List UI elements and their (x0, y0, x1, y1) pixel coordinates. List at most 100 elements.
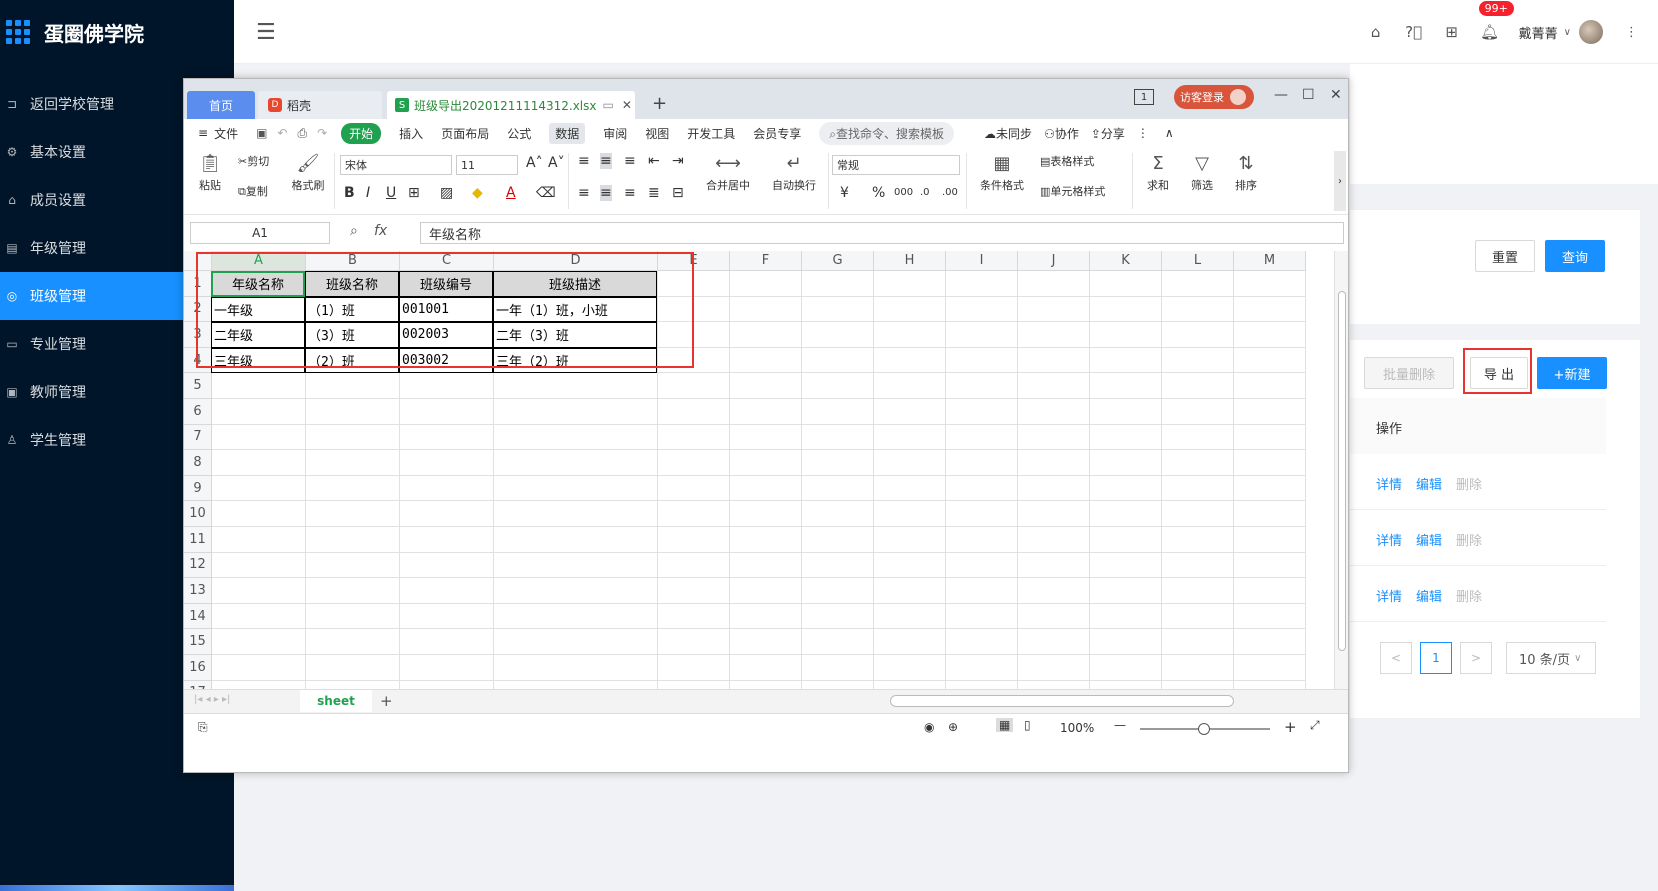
cell-style-button[interactable]: ▥单元格样式 (1040, 183, 1105, 199)
column-header-l[interactable]: L (1162, 251, 1234, 271)
menu-formula[interactable]: 公式 (507, 125, 531, 142)
detail-link[interactable]: 详情 (1376, 586, 1402, 605)
row-header-11[interactable]: 11 (184, 527, 212, 553)
clear-icon[interactable]: ⌫ (536, 185, 556, 201)
edit-link[interactable]: 编辑 (1416, 530, 1442, 549)
fullscreen-icon[interactable]: ⤢ (1310, 718, 1320, 733)
collab-button[interactable]: ⚇协作 (1044, 125, 1079, 142)
collapse-ribbon-icon[interactable]: ∧ (1165, 126, 1174, 140)
name-box[interactable]: A1 (190, 222, 330, 244)
row-header-13[interactable]: 13 (184, 578, 212, 604)
paste-button[interactable]: 📋︎ 粘贴 (192, 153, 228, 193)
zoom-level[interactable]: 100% (1060, 721, 1094, 735)
menu-review[interactable]: 审阅 (603, 125, 627, 142)
more-vertical-icon[interactable]: ⋮ (1625, 25, 1638, 40)
query-button[interactable]: 查询 (1545, 240, 1605, 272)
menu-data[interactable]: 数据 (549, 122, 586, 144)
hamburger-icon[interactable]: ≡ (198, 126, 208, 140)
zoom-out-icon[interactable]: — (1114, 718, 1126, 732)
cut-button[interactable]: ✂剪切 (238, 153, 269, 169)
sheet-nav-arrows[interactable]: |◂ ◂ ▸ ▸| (194, 694, 230, 705)
align-left-icon[interactable]: ≡ (578, 185, 590, 201)
print-icon[interactable]: ⎙ (297, 126, 307, 141)
tab-daoke[interactable]: D 稻壳 (258, 91, 382, 119)
menu-insert[interactable]: 插入 (399, 125, 423, 142)
menu-page-layout[interactable]: 页面布局 (441, 125, 489, 142)
tab-file[interactable]: S 班级导出20201211114312.xlsx ▭ ✕ (387, 91, 635, 119)
redo-icon[interactable]: ↷ (317, 126, 327, 140)
decimal-decrease-icon[interactable]: .00 (942, 187, 958, 198)
sort-button[interactable]: ⇅ 排序 (1228, 153, 1264, 193)
column-header-m[interactable]: M (1234, 251, 1306, 271)
column-header-i[interactable]: I (946, 251, 1018, 271)
horizontal-scroll-thumb[interactable] (890, 695, 1234, 707)
distribute-icon[interactable]: ⊟ (672, 185, 684, 201)
column-header-f[interactable]: F (730, 251, 802, 271)
edit-link[interactable]: 编辑 (1416, 586, 1442, 605)
underline-icon[interactable]: U (386, 185, 396, 201)
font-family-select[interactable]: 宋体 (340, 155, 452, 175)
filter-button[interactable]: ▽ 筛选 (1184, 153, 1220, 193)
sum-button[interactable]: Σ 求和 (1140, 153, 1176, 193)
sync-status[interactable]: ☁未同步 (984, 125, 1032, 142)
bell-icon[interactable]: 🔔︎ 99+ (1471, 1, 1514, 41)
delete-link[interactable]: 删除 (1456, 530, 1482, 549)
row-header-14[interactable]: 14 (184, 603, 212, 630)
detail-link[interactable]: 详情 (1376, 474, 1402, 493)
formula-input[interactable]: 年级名称 (420, 222, 1344, 244)
menu-dev-tools[interactable]: 开发工具 (687, 125, 735, 142)
justify-icon[interactable]: ≣ (648, 185, 660, 201)
undo-icon[interactable]: ↶ (277, 126, 287, 140)
scroll-thumb[interactable] (1338, 291, 1346, 651)
zoom-slider[interactable] (1140, 723, 1270, 735)
row-header-9[interactable]: 9 (184, 475, 212, 502)
font-color-icon[interactable]: A (506, 185, 516, 201)
help-icon[interactable]: ?⃝ (1395, 23, 1433, 41)
detail-link[interactable]: 详情 (1376, 530, 1402, 549)
column-header-g[interactable]: G (802, 251, 874, 271)
increase-font-icon[interactable]: A˄ (526, 155, 543, 171)
tab-home[interactable]: 首页 (187, 91, 255, 119)
delete-link[interactable]: 删除 (1456, 586, 1482, 605)
align-center-icon[interactable]: ≡ (600, 185, 612, 201)
conditional-format-button[interactable]: ▦ 条件格式 (974, 153, 1030, 193)
menu-member[interactable]: 会员专享 (753, 125, 801, 142)
vertical-scrollbar[interactable] (1334, 251, 1348, 689)
row-header-16[interactable]: 16 (184, 655, 212, 681)
input-method-icon[interactable]: ⊕ (948, 720, 958, 734)
menu-start[interactable]: 开始 (341, 122, 382, 144)
menu-view[interactable]: 视图 (645, 125, 669, 142)
indent-increase-icon[interactable]: ⇥ (672, 153, 684, 169)
row-header-12[interactable]: 12 (184, 552, 212, 579)
percent-icon[interactable]: % (872, 185, 885, 201)
align-middle-icon[interactable]: ≡ (600, 153, 612, 169)
thousands-icon[interactable]: 000 (894, 187, 913, 198)
ribbon-scroll-right[interactable]: › (1334, 151, 1346, 211)
batch-delete-button[interactable]: 批量删除 (1364, 357, 1454, 389)
fill-color-icon[interactable]: ◆ (472, 185, 483, 201)
zoom-in-icon[interactable]: + (1284, 718, 1297, 736)
zoom-slider-handle[interactable] (1198, 723, 1210, 735)
italic-icon[interactable]: I (366, 185, 370, 201)
new-button[interactable]: +新建 (1537, 357, 1607, 389)
prev-page-button[interactable]: < (1380, 642, 1412, 674)
column-header-h[interactable]: H (874, 251, 946, 271)
avatar[interactable] (1579, 20, 1603, 44)
row-header-8[interactable]: 8 (184, 450, 212, 476)
align-right-icon[interactable]: ≡ (624, 185, 636, 201)
normal-view-icon[interactable]: ▦ (996, 718, 1014, 732)
sheet-tab[interactable]: sheet (300, 690, 372, 712)
delete-link[interactable]: 删除 (1456, 474, 1482, 493)
user-name[interactable]: 戴菁菁 (1519, 23, 1558, 42)
align-top-icon[interactable]: ≡ (578, 153, 590, 169)
fill-pattern-icon[interactable]: ▨ (440, 185, 453, 201)
column-header-k[interactable]: K (1090, 251, 1162, 271)
column-header-j[interactable]: J (1018, 251, 1090, 271)
currency-icon[interactable]: ¥ (840, 185, 849, 201)
row-header-15[interactable]: 15 (184, 629, 212, 655)
apps-icon[interactable]: ⊞ (1433, 23, 1471, 41)
more-icon[interactable]: ⋮ (1137, 126, 1149, 140)
add-sheet-icon[interactable]: + (380, 692, 393, 710)
zoom-search-icon[interactable]: ⌕ (350, 223, 358, 239)
page-view-icon[interactable]: ▯ (1024, 718, 1031, 732)
